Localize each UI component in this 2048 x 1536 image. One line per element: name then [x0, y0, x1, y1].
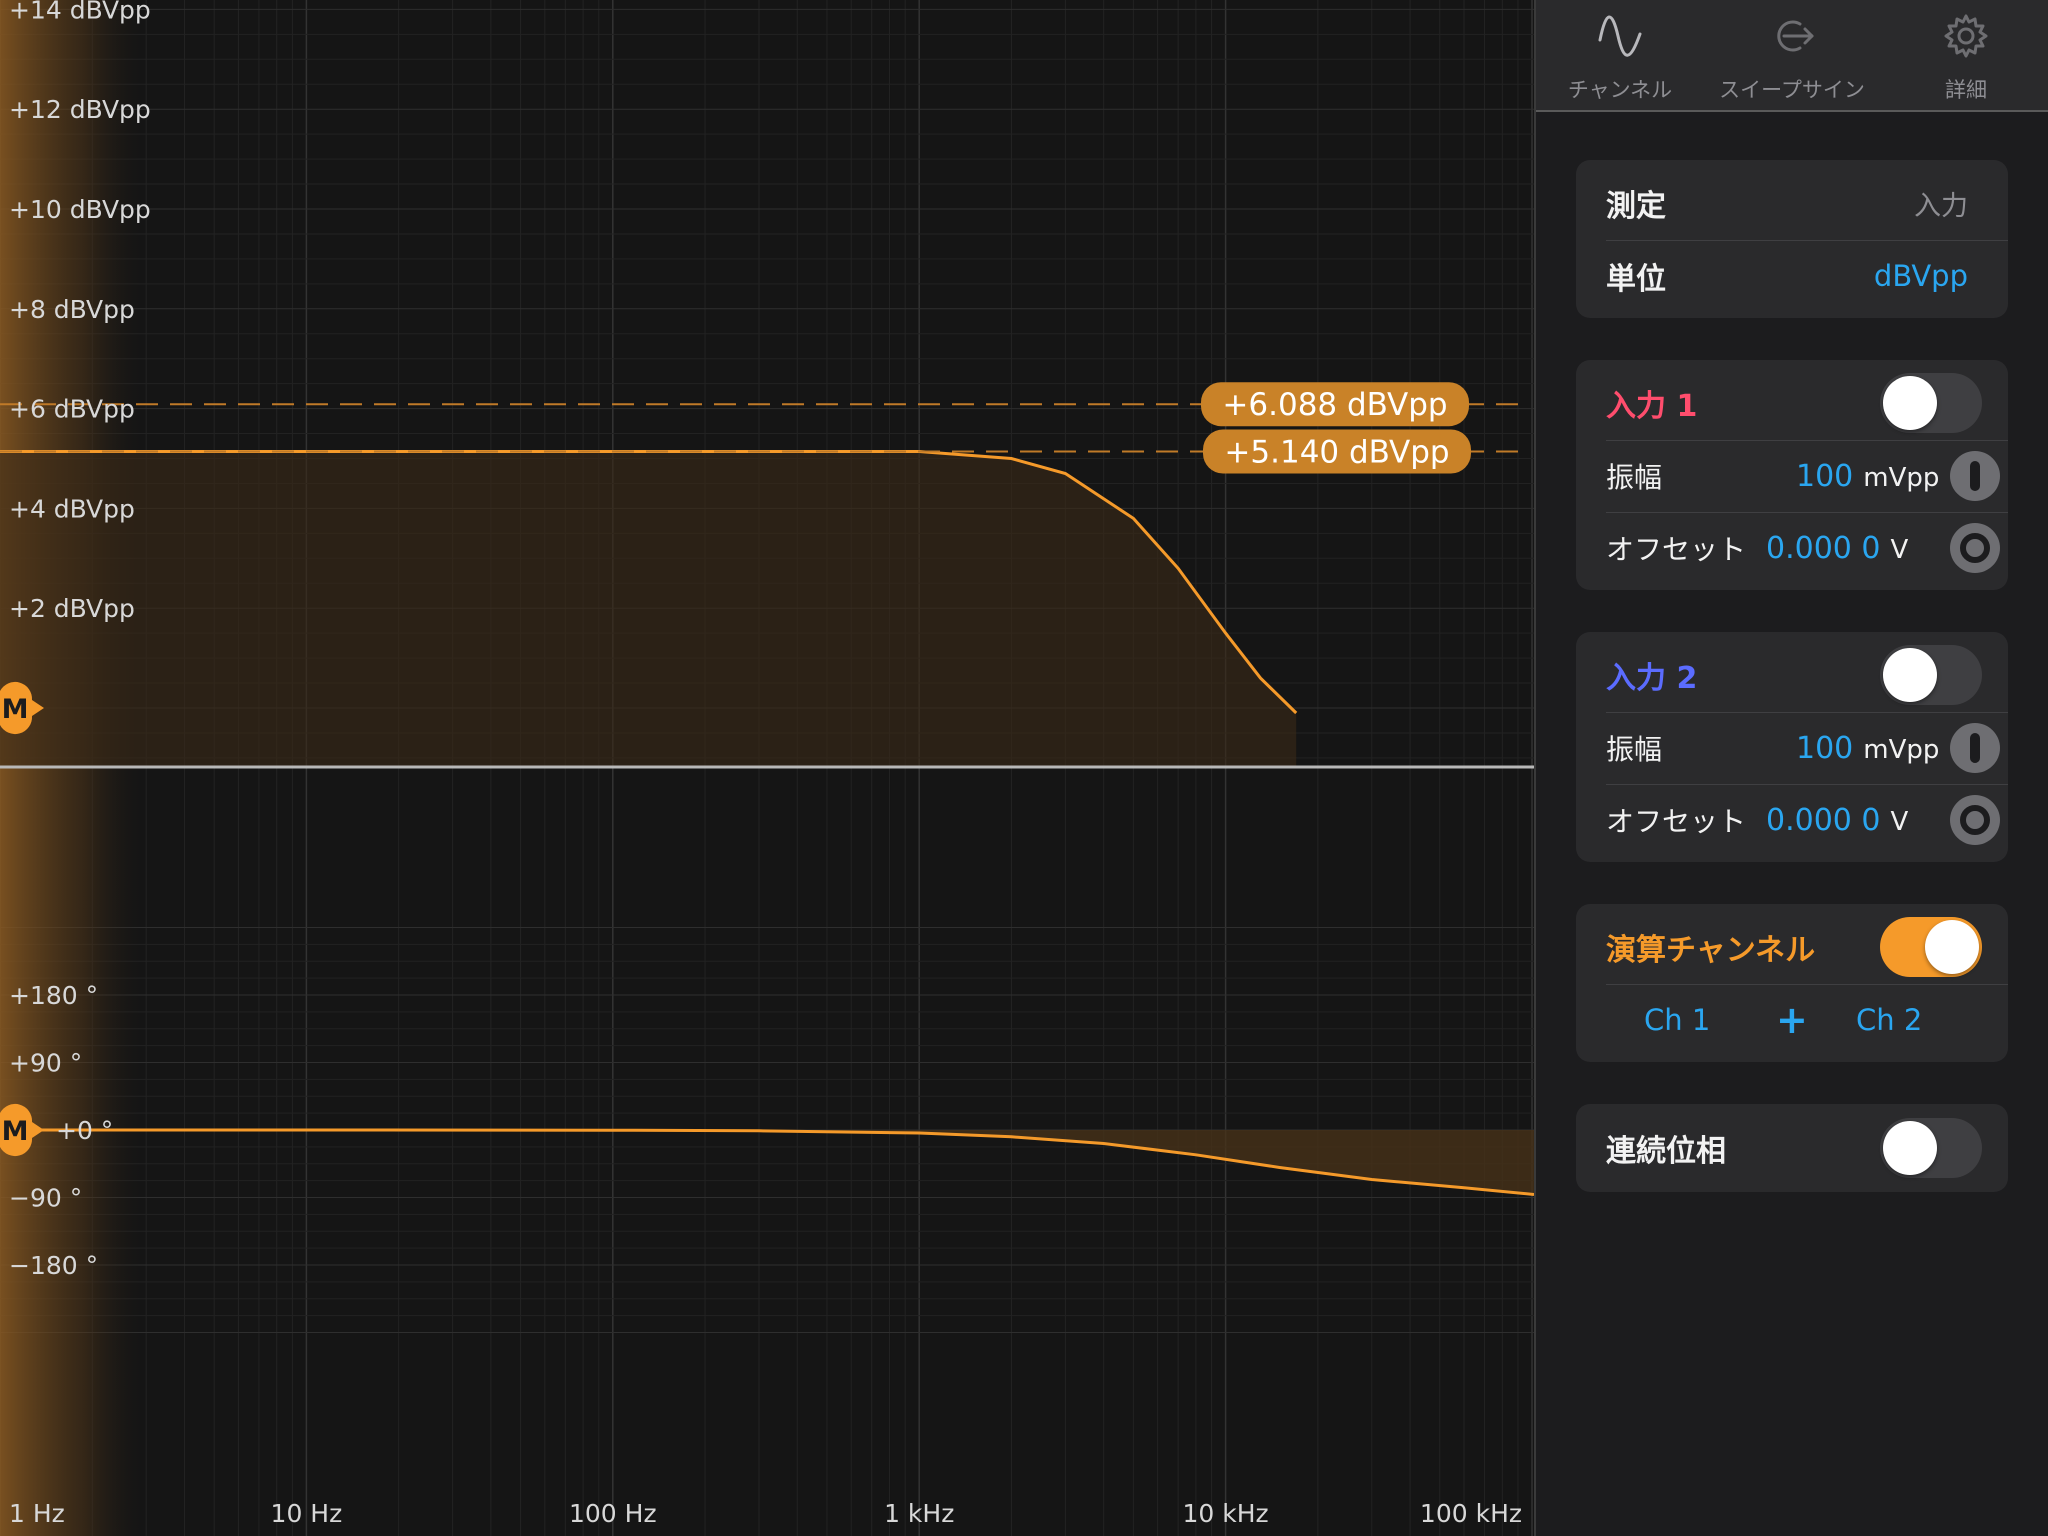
- gear-icon: [1944, 14, 1988, 58]
- tab-bar: チャンネル スイープサイン 詳細: [1536, 0, 2048, 112]
- magnitude-tick-label: +4 dBVpp: [9, 494, 135, 523]
- measure-row[interactable]: 測定 入力: [1606, 168, 2008, 238]
- input1-header: 入力 1: [1606, 368, 2008, 438]
- input2-amplitude-label: 振幅: [1606, 733, 1663, 766]
- x-tick-label: 1 kHz: [884, 1499, 954, 1528]
- input1-amplitude-field[interactable]: 100 mVpp: [1796, 459, 1939, 494]
- phase-tick-label: +0 °: [56, 1116, 113, 1145]
- x-tick-label: 100 Hz: [569, 1499, 657, 1528]
- offset-adjust-icon[interactable]: [1950, 523, 2000, 573]
- input1-offset-unit: V: [1890, 534, 1909, 565]
- measure-value[interactable]: 入力: [1914, 184, 1968, 223]
- phase-marker-label: M: [2, 1116, 29, 1147]
- tab-channel[interactable]: チャンネル: [1550, 0, 1690, 110]
- bode-plot[interactable]: +14 dBVpp +12 dBVpp +10 dBVpp +8 dBVpp +6 dB…: [0, 0, 1534, 1536]
- sine-wave-icon: [1598, 15, 1642, 57]
- input1-offset-row: オフセット 0.000 0 V: [1606, 513, 2008, 583]
- input2-toggle[interactable]: [1880, 645, 1982, 705]
- unit-row[interactable]: 単位 dBVpp: [1606, 241, 2008, 311]
- amplitude-adjust-icon[interactable]: [1950, 451, 2000, 501]
- input2-header: 入力 2: [1606, 640, 2008, 710]
- input2-offset-row: オフセット 0.000 0 V: [1606, 785, 2008, 855]
- toggle-knob: [1925, 920, 1979, 974]
- phase-tick-label: −90 °: [9, 1184, 82, 1213]
- tab-channel-label: チャンネル: [1567, 78, 1673, 102]
- phase-tick-label: +90 °: [9, 1049, 82, 1078]
- input2-offset-label: オフセット: [1606, 805, 1747, 838]
- input2-offset-value[interactable]: 0.000 0: [1766, 803, 1881, 838]
- input1-card: 入力 1 振幅 100 mVpp オフセット 0.000 0 V: [1576, 360, 2008, 590]
- x-tick-label: 100 kHz: [1420, 1499, 1522, 1528]
- input2-amplitude-value[interactable]: 100: [1796, 731, 1853, 766]
- input1-amplitude-value[interactable]: 100: [1796, 459, 1853, 494]
- sweep-arrow-icon: [1777, 20, 1814, 52]
- input1-offset-value[interactable]: 0.000 0: [1766, 531, 1881, 566]
- magnitude-tick-label: +10 dBVpp: [9, 195, 151, 224]
- phase-area: [0, 1130, 1534, 1195]
- input1-offset-label: オフセット: [1606, 533, 1747, 566]
- readout-badge-2-text: +5.140 dBVpp: [1224, 435, 1449, 471]
- math-channel-card: 演算チャンネル Ch 1 + Ch 2: [1576, 904, 2008, 1062]
- continuous-phase-row: 連続位相: [1606, 1113, 2008, 1183]
- magnitude-tick-label: +8 dBVpp: [9, 295, 135, 324]
- phase-tick-label: −180 °: [9, 1251, 98, 1280]
- plot-area[interactable]: +14 dBVpp +12 dBVpp +10 dBVpp +8 dBVpp +6 dB…: [0, 0, 1534, 1536]
- amplitude-adjust-icon[interactable]: [1950, 723, 2000, 773]
- toggle-knob: [1883, 648, 1937, 702]
- magnitude-tick-label: +6 dBVpp: [9, 395, 135, 424]
- input2-amplitude-unit: mVpp: [1863, 734, 1940, 765]
- measure-card: 測定 入力 単位 dBVpp: [1576, 160, 2008, 318]
- input1-title: 入力 1: [1606, 389, 1698, 424]
- tab-sweep-sine[interactable]: スイープサイン: [1706, 0, 1878, 110]
- input2-amplitude-row: 振幅 100 mVpp: [1606, 713, 2008, 783]
- tab-details[interactable]: 詳細: [1906, 0, 2026, 110]
- input2-amplitude-field[interactable]: 100 mVpp: [1796, 731, 1939, 766]
- continuous-phase-card: 連続位相: [1576, 1104, 2008, 1192]
- input2-card: 入力 2 振幅 100 mVpp オフセット 0.000 0 V: [1576, 632, 2008, 862]
- input2-offset-unit: V: [1890, 806, 1909, 837]
- input1-amplitude-label: 振幅: [1606, 461, 1663, 494]
- side-panel: チャンネル スイープサイン 詳細 測定 入力 単位 dBVpp 入力 1 振幅 …: [1536, 0, 2048, 1536]
- readout-badge-1-text: +6.088 dBVpp: [1222, 387, 1447, 423]
- continuous-phase-toggle[interactable]: [1880, 1118, 1982, 1178]
- x-tick-label: 10 Hz: [271, 1499, 343, 1528]
- x-tick-label: 1 Hz: [9, 1499, 65, 1528]
- magnitude-marker-label: M: [2, 694, 29, 725]
- input2-title: 入力 2: [1606, 661, 1698, 696]
- magnitude-tick-label: +2 dBVpp: [9, 594, 135, 623]
- tab-sweep-sine-label: スイープサイン: [1719, 78, 1865, 102]
- input1-toggle[interactable]: [1880, 373, 1982, 433]
- math-operand-a[interactable]: Ch 1: [1644, 1003, 1710, 1037]
- math-expression-row: Ch 1 + Ch 2: [1576, 985, 2008, 1055]
- math-channel-title: 演算チャンネル: [1606, 933, 1816, 968]
- toggle-knob: [1883, 376, 1937, 430]
- input1-amplitude-row: 振幅 100 mVpp: [1606, 441, 2008, 511]
- x-tick-label: 10 kHz: [1183, 1499, 1269, 1528]
- unit-value[interactable]: dBVpp: [1874, 259, 1968, 293]
- phase-tick-label: +180 °: [9, 981, 98, 1010]
- tab-details-label: 詳細: [1945, 78, 1987, 102]
- math-channel-header: 演算チャンネル: [1606, 912, 2008, 982]
- math-channel-toggle[interactable]: [1880, 917, 1982, 977]
- toggle-knob: [1883, 1121, 1937, 1175]
- input1-offset-field[interactable]: 0.000 0 V: [1766, 531, 1908, 566]
- math-operator[interactable]: +: [1776, 998, 1808, 1042]
- continuous-phase-title: 連続位相: [1606, 1134, 1726, 1169]
- math-operand-b[interactable]: Ch 2: [1856, 1003, 1922, 1037]
- input1-amplitude-unit: mVpp: [1863, 462, 1940, 493]
- measure-label: 測定: [1606, 189, 1666, 224]
- offset-adjust-icon[interactable]: [1950, 795, 2000, 845]
- magnitude-tick-label: +14 dBVpp: [9, 0, 151, 24]
- magnitude-tick-label: +12 dBVpp: [9, 95, 151, 124]
- input2-offset-field[interactable]: 0.000 0 V: [1766, 803, 1908, 838]
- unit-label: 単位: [1606, 262, 1666, 297]
